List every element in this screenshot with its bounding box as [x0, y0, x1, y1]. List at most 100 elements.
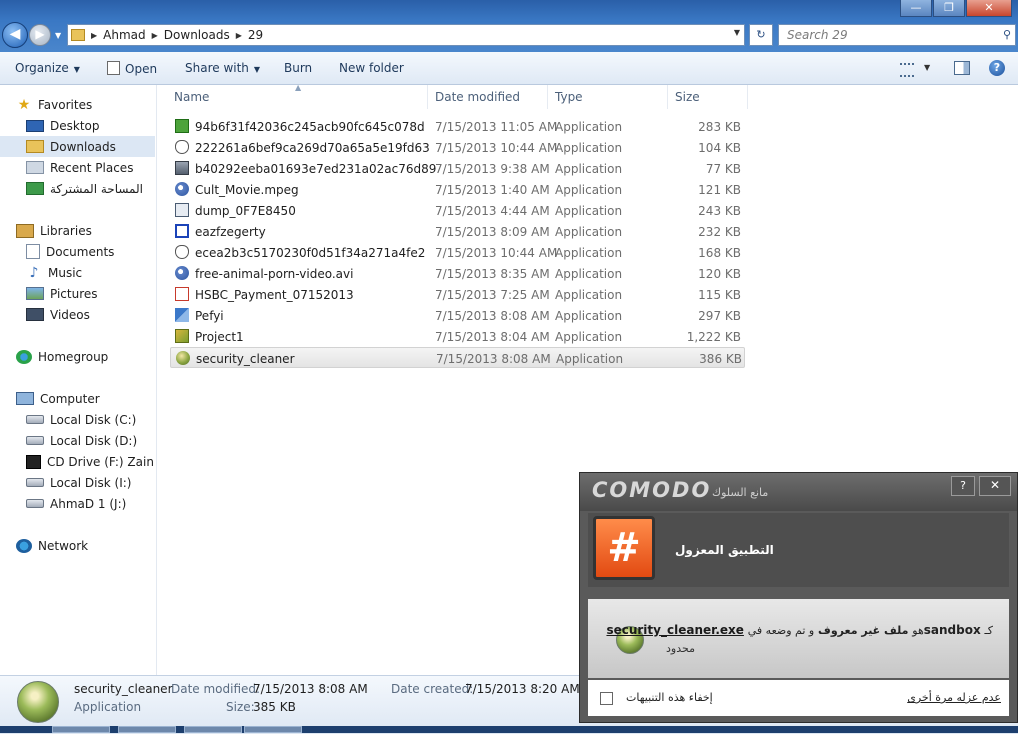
nav-drive-d[interactable]: Local Disk (D:) [0, 430, 155, 451]
column-header-name[interactable]: ▲ Name [157, 83, 428, 109]
do-not-isolate-link[interactable]: عدم عزله مرة أخرى [907, 691, 1001, 704]
homegroup-icon [16, 349, 32, 364]
details-date-created-label: Date created: [391, 682, 474, 696]
breadcrumb-ahmad[interactable]: Ahmad [103, 28, 145, 42]
taskbar-button[interactable] [118, 726, 176, 733]
nav-network[interactable]: Network [0, 535, 155, 556]
nav-pictures[interactable]: Pictures [0, 283, 155, 304]
close-button[interactable]: ✕ [966, 0, 1012, 17]
nav-label: Local Disk (I:) [50, 475, 132, 490]
hide-alerts-checkbox[interactable] [600, 692, 613, 705]
chevron-right-icon[interactable]: ▶ [236, 31, 242, 40]
photo-app-icon [175, 161, 189, 175]
file-type: Application [555, 141, 623, 155]
refresh-button[interactable]: ↻ [749, 24, 773, 46]
project-app-icon [175, 329, 189, 343]
search-icon[interactable]: ⚲ [1003, 28, 1011, 41]
column-header-label: Name [174, 90, 210, 104]
file-row[interactable]: Pefyi 7/15/2013 8:08 AM Application 297 KB [170, 305, 745, 326]
file-row[interactable]: dump_0F7E8450 7/15/2013 4:44 AM Applicatio… [170, 200, 745, 221]
file-row[interactable]: HSBC_Payment_07152013 7/15/2013 7:25 AM Ap… [170, 284, 745, 305]
nav-downloads[interactable]: Downloads [0, 136, 155, 157]
organize-button[interactable]: Organize ▼ [15, 61, 80, 75]
recent-pages-dropdown[interactable]: ▼ [55, 31, 61, 40]
command-bar: Organize ▼ Open Share with ▼ Burn New fold… [0, 52, 1018, 85]
nav-drive-c[interactable]: Local Disk (C:) [0, 409, 155, 430]
column-header-date[interactable]: Date modified [428, 85, 548, 109]
taskbar-button[interactable] [244, 726, 302, 733]
file-date-modified: 7/15/2013 1:40 AM [435, 183, 550, 197]
details-date-modified-label: Date modified: [171, 682, 261, 696]
file-name: HSBC_Payment_07152013 [195, 288, 354, 302]
comodo-help-button[interactable]: ? [951, 476, 975, 496]
file-row[interactable]: Project1 7/15/2013 8:04 AM Application 1,22… [170, 326, 745, 347]
nav-shared-space[interactable]: المساحة المشتركة [0, 178, 155, 199]
back-button[interactable]: ◀ [2, 22, 28, 48]
downloads-folder-icon [26, 140, 44, 153]
mouse-app-icon [175, 140, 189, 154]
address-bar[interactable]: ▶ Ahmad ▶ Downloads ▶ 29 ▼ [67, 24, 745, 46]
media-app-icon [175, 266, 189, 280]
maximize-button[interactable]: ❐ [933, 0, 965, 17]
address-dropdown[interactable]: ▼ [734, 28, 740, 37]
chevron-down-icon[interactable]: ▼ [924, 63, 930, 72]
nav-videos[interactable]: Videos [0, 304, 155, 325]
share-with-button[interactable]: Share with ▼ [185, 61, 260, 75]
file-type: Application [555, 183, 623, 197]
nav-label: المساحة المشتركة [50, 181, 143, 196]
file-row[interactable]: ecea2b3c5170230f0d51f34a271a4fe2 7/15/201… [170, 242, 745, 263]
details-date-created: 7/15/2013 8:20 AM [465, 682, 580, 696]
globe-app-icon [17, 681, 59, 723]
comodo-file-link[interactable]: security_cleaner.exe [606, 623, 743, 637]
breadcrumb-29[interactable]: 29 [248, 28, 263, 42]
new-folder-button[interactable]: New folder [339, 61, 404, 75]
nav-documents[interactable]: Documents [0, 241, 155, 262]
taskbar-button[interactable] [184, 726, 242, 733]
search-input[interactable]: Search 29 ⚲ [778, 24, 1016, 46]
column-header-size[interactable]: Size [668, 85, 748, 109]
file-row[interactable]: b40292eeba01693e7ed231a02ac76d89 7/15/201… [170, 158, 745, 179]
file-row[interactable]: eazfzegerty 7/15/2013 8:09 AM Application 2… [170, 221, 745, 242]
forward-button[interactable]: ▶ [29, 24, 51, 46]
media-app-icon [175, 182, 189, 196]
column-header-type[interactable]: Type [548, 85, 668, 109]
details-date-modified: 7/15/2013 8:08 AM [253, 682, 368, 696]
taskbar-button[interactable] [52, 726, 110, 733]
nav-drive-f[interactable]: CD Drive (F:) Zain Br [0, 451, 155, 472]
nav-label: Local Disk (C:) [50, 412, 137, 427]
nav-recent-places[interactable]: Recent Places [0, 157, 155, 178]
open-button[interactable]: Open [107, 61, 157, 76]
nav-label: Videos [50, 307, 90, 322]
file-date-modified: 7/15/2013 11:05 AM [435, 120, 558, 134]
nav-libraries[interactable]: Libraries [0, 220, 155, 241]
file-type: Application [555, 162, 623, 176]
nav-drive-i[interactable]: Local Disk (I:) [0, 472, 155, 493]
nav-desktop[interactable]: Desktop [0, 115, 155, 136]
nav-drive-j[interactable]: AhmaD 1 (J:) [0, 493, 155, 514]
change-view-icon[interactable] [900, 63, 914, 77]
window-controls: — ❐ ✕ [899, 0, 1012, 17]
nav-homegroup[interactable]: Homegroup [0, 346, 155, 367]
file-size: 283 KB [698, 120, 741, 134]
file-row[interactable]: free-animal-porn-video.avi 7/15/2013 8:35… [170, 263, 745, 284]
comodo-header: COMODO مانع السلوك ? ✕ [580, 473, 1017, 511]
file-name: Project1 [195, 330, 244, 344]
minimize-button[interactable]: — [900, 0, 932, 17]
preview-pane-icon[interactable] [954, 61, 970, 75]
help-icon[interactable]: ? [989, 60, 1005, 76]
mouse-app-icon [175, 245, 189, 259]
chevron-right-icon[interactable]: ▶ [91, 31, 97, 40]
comodo-close-button[interactable]: ✕ [979, 476, 1011, 496]
breadcrumb-downloads[interactable]: Downloads [164, 28, 230, 42]
burn-button[interactable]: Burn [284, 61, 312, 75]
file-row[interactable]: security_cleaner 7/15/2013 8:08 AM Applica… [170, 347, 745, 368]
nav-music[interactable]: ♪ Music [0, 262, 155, 283]
file-date-modified: 7/15/2013 7:25 AM [435, 288, 550, 302]
file-date-modified: 7/15/2013 10:44 AM [435, 246, 558, 260]
nav-favorites[interactable]: ★ Favorites [16, 94, 171, 115]
nav-computer[interactable]: Computer [0, 388, 155, 409]
file-row[interactable]: Cult_Movie.mpeg 7/15/2013 1:40 AM Applicat… [170, 179, 745, 200]
file-row[interactable]: 94b6f31f42036c245acb90fc645c078d 7/15/201… [170, 116, 745, 137]
chevron-right-icon[interactable]: ▶ [152, 31, 158, 40]
file-row[interactable]: 222261a6bef9ca269d70a65a5e19fd63 7/15/201… [170, 137, 745, 158]
